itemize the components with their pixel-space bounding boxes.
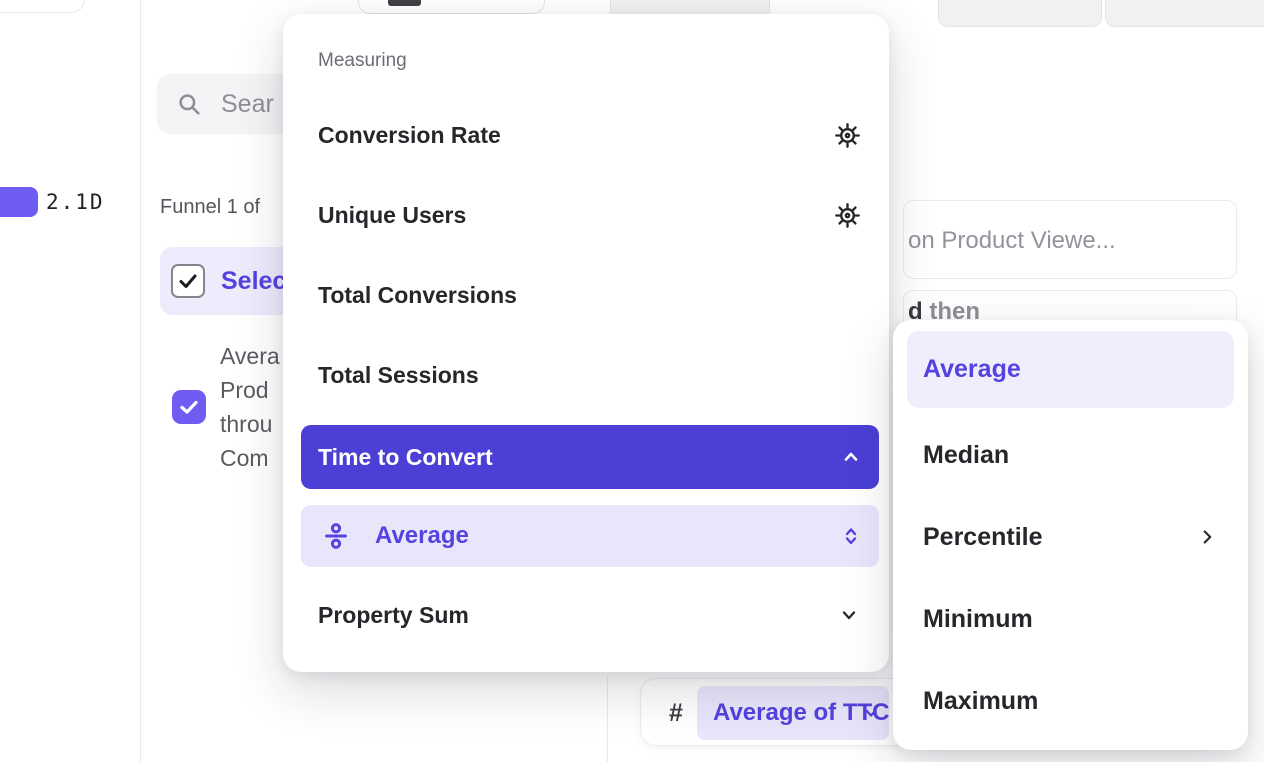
numeric-type-prefix: #: [669, 679, 683, 747]
menu-item-ttc-average[interactable]: Average: [301, 505, 879, 567]
menu-item-label: Average: [351, 522, 469, 550]
menu-item-label: Minimum: [923, 605, 1033, 634]
menu-item-time-to-convert[interactable]: Time to Convert: [301, 425, 879, 489]
center-column-divider: [607, 677, 608, 762]
gear-icon[interactable]: [834, 122, 861, 149]
chevron-up-icon: [839, 445, 863, 469]
top-center-dark-toggle[interactable]: [388, 0, 421, 6]
top-left-card-corner: [0, 0, 85, 13]
metric-description-line: Com: [220, 441, 280, 475]
menu-item-label: Average: [923, 355, 1021, 384]
top-right-segment-left[interactable]: [938, 0, 1102, 27]
top-right-segment-right[interactable]: [1105, 0, 1264, 27]
metric-description-line: throu: [220, 407, 280, 441]
agg-item-average[interactable]: Average: [907, 331, 1234, 408]
series-color-swatch[interactable]: [0, 187, 38, 217]
menu-item-unique-users[interactable]: Unique Users: [318, 198, 861, 232]
agg-item-minimum[interactable]: Minimum: [923, 602, 1218, 636]
measuring-menu-title: Measuring: [318, 50, 407, 72]
menu-item-conversion-rate[interactable]: Conversion Rate: [318, 118, 861, 152]
select-all-label: Selec: [221, 247, 286, 315]
measuring-menu: Measuring Conversion Rate Unique Users T…: [283, 14, 889, 672]
menu-item-label: Median: [923, 441, 1009, 470]
series-badge-label: 2.1D: [46, 187, 105, 217]
agg-item-median[interactable]: Median: [923, 438, 1218, 472]
gear-icon[interactable]: [834, 202, 861, 229]
metric-description: Avera Prod throu Com: [220, 339, 280, 475]
divide-icon: [301, 521, 351, 551]
chevron-down-icon: [861, 703, 881, 723]
left-column-divider: [140, 0, 141, 762]
menu-item-label: Conversion Rate: [318, 122, 501, 149]
menu-item-label: Time to Convert: [301, 444, 493, 471]
search-placeholder: Sear: [221, 74, 274, 134]
menu-item-label: Property Sum: [318, 602, 469, 629]
funnel-count-label: Funnel 1 of: [160, 196, 260, 219]
menu-item-total-conversions[interactable]: Total Conversions: [318, 278, 861, 312]
funnel-step-card[interactable]: on Product Viewe...: [903, 200, 1237, 279]
sort-updown-icon: [839, 524, 863, 548]
funnel-step-event-text: on Product Viewe...: [908, 201, 1116, 279]
chevron-right-icon: [1196, 526, 1218, 548]
menu-item-property-sum[interactable]: Property Sum: [318, 598, 861, 632]
menu-item-label: Total Sessions: [318, 362, 479, 389]
menu-item-label: Maximum: [923, 687, 1038, 716]
chevron-down-icon: [837, 603, 861, 627]
agg-item-percentile[interactable]: Percentile: [923, 520, 1218, 554]
select-all-checkbox[interactable]: [171, 264, 205, 298]
aggregation-menu: Average Median Percentile Minimum Maximu…: [893, 320, 1248, 750]
menu-item-label: Total Conversions: [318, 282, 517, 309]
select-all-row[interactable]: Selec: [160, 247, 300, 315]
metric-checkbox[interactable]: [172, 390, 206, 424]
menu-item-total-sessions[interactable]: Total Sessions: [318, 358, 861, 392]
top-center-control[interactable]: [358, 0, 545, 14]
metric-description-line: Prod: [220, 373, 280, 407]
funnel-builder-screen: Sear 2.1D Funnel 1 of Selec Avera Prod t…: [0, 0, 1264, 762]
search-icon: [176, 91, 202, 117]
metric-value-dropdown[interactable]: Average of TTC: [697, 686, 889, 740]
agg-item-maximum[interactable]: Maximum: [923, 684, 1218, 718]
menu-item-label: Percentile: [923, 523, 1043, 552]
menu-item-label: Unique Users: [318, 202, 466, 229]
metric-description-line: Avera: [220, 339, 280, 373]
